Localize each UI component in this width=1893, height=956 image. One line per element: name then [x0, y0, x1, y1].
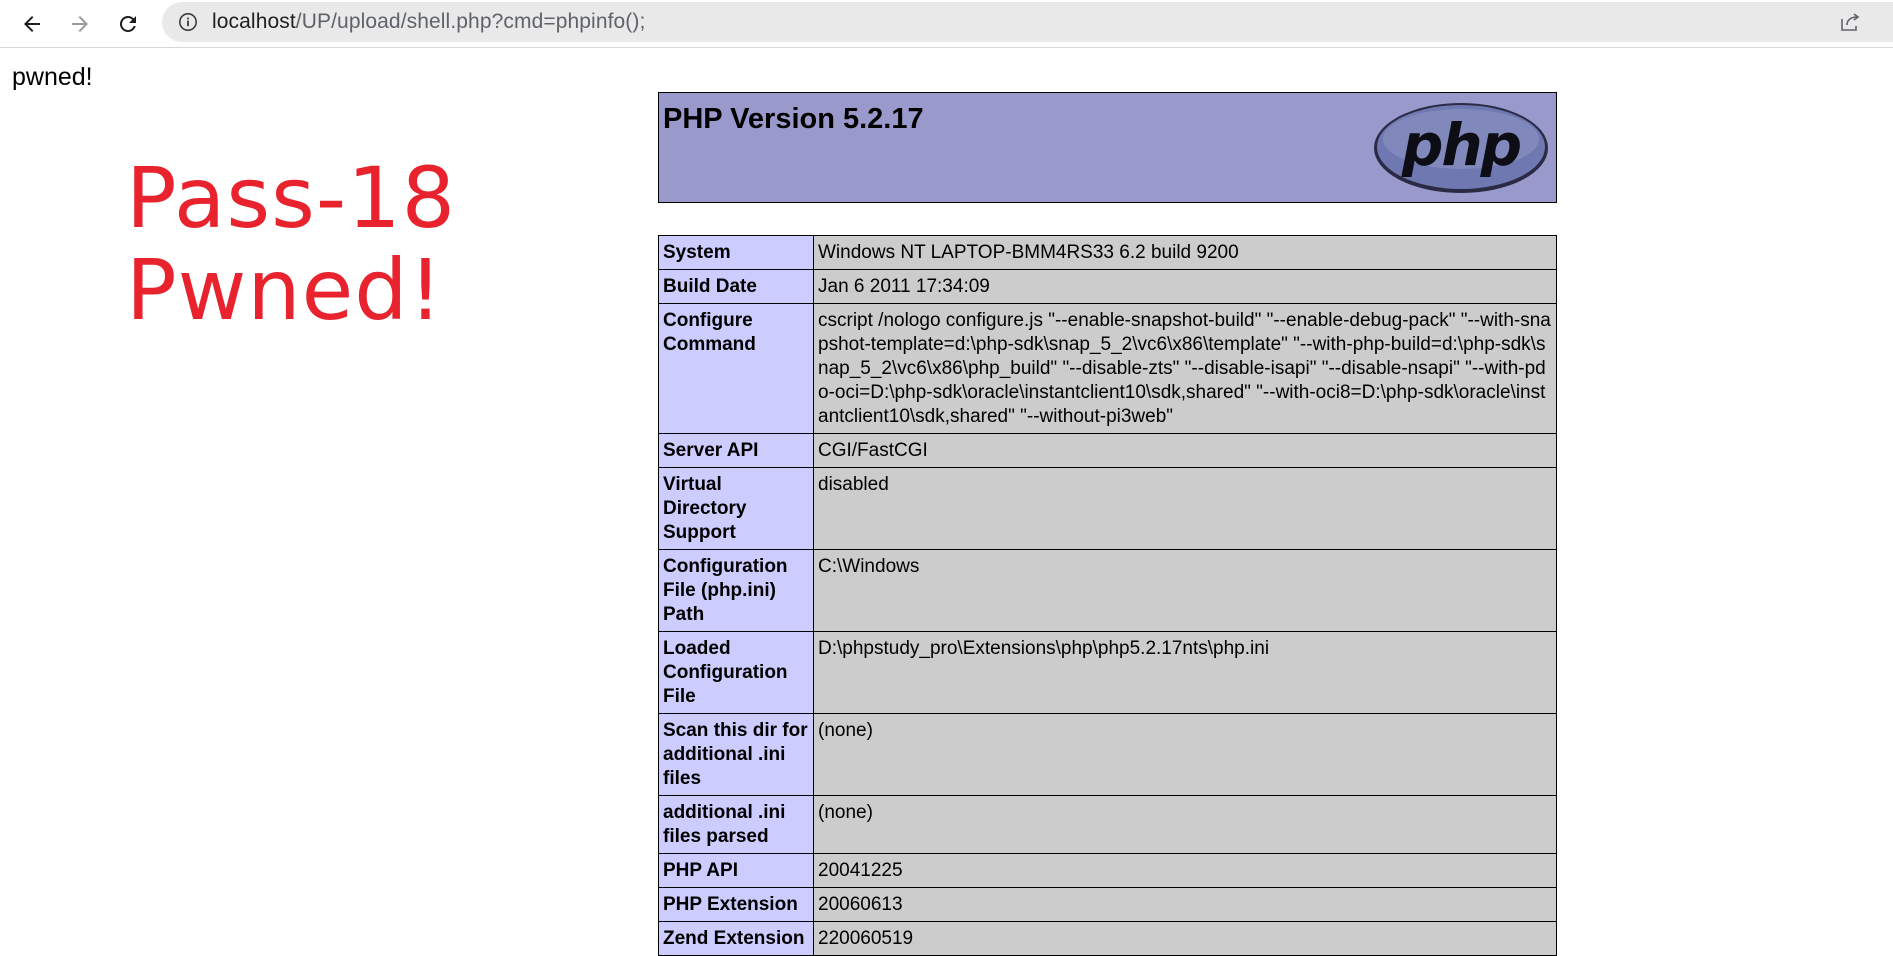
php-version-title: PHP Version 5.2.17 — [663, 103, 924, 135]
arrow-right-icon — [72, 16, 88, 32]
row-value: (none) — [813, 795, 1557, 854]
url-text[interactable]: localhost/UP/upload/shell.php?cmd=phpinf… — [212, 11, 645, 33]
table-row: Build Date Jan 6 2011 17:34:09 — [658, 269, 1557, 304]
row-value: 20041225 — [813, 853, 1557, 888]
row-value: Windows NT LAPTOP-BMM4RS33 6.2 build 920… — [813, 235, 1557, 270]
row-label: Configure Command — [658, 303, 814, 434]
row-value: 20060613 — [813, 887, 1557, 922]
pwned-output-text: pwned! — [12, 63, 93, 91]
row-value: disabled — [813, 467, 1557, 550]
php-logo[interactable]: php — [1372, 101, 1550, 195]
row-label: Virtual Directory Support — [658, 467, 814, 550]
phpinfo-table-body: System Windows NT LAPTOP-BMM4RS33 6.2 bui… — [658, 235, 1557, 956]
table-row: Server API CGI/FastCGI — [658, 433, 1557, 468]
table-row: additional .ini files parsed (none) — [658, 795, 1557, 854]
table-row: PHP Extension 20060613 — [658, 887, 1557, 922]
phpinfo-header: PHP Version 5.2.17 php — [658, 92, 1557, 203]
url-path: /UP/upload/shell.php?cmd=phpinfo(); — [295, 10, 646, 33]
row-label: Server API — [658, 433, 814, 468]
row-value: D:\phpstudy_pro\Extensions\php\php5.2.17… — [813, 631, 1557, 714]
table-row: Scan this dir for additional .ini files(… — [658, 713, 1557, 796]
row-label: Scan this dir for additional .ini files — [658, 713, 814, 796]
row-value: CGI/FastCGI — [813, 433, 1557, 468]
table-row: PHP API 20041225 — [658, 853, 1557, 888]
table-row: System Windows NT LAPTOP-BMM4RS33 6.2 bui… — [658, 235, 1557, 270]
table-row: Loaded Configuration File D:\phpstudy_pro… — [658, 631, 1557, 714]
info-icon[interactable] — [178, 12, 198, 32]
forward-button[interactable] — [62, 6, 98, 42]
reload-button[interactable] — [110, 6, 146, 42]
row-value: Jan 6 2011 17:34:09 — [813, 269, 1557, 304]
url-host: localhost — [212, 10, 296, 33]
row-label: Zend Extension — [658, 921, 814, 956]
row-value: cscript /nologo configure.js "--enable-s… — [813, 303, 1557, 434]
row-value: 220060519 — [813, 921, 1557, 956]
php-logo-text: php — [1401, 111, 1521, 179]
table-row: Virtual Directory Support disabled — [658, 467, 1557, 550]
row-value: C:\Windows — [813, 549, 1557, 632]
row-label: PHP Extension — [658, 887, 814, 922]
row-value: (none) — [813, 713, 1557, 796]
table-row: Zend Extension 220060519 — [658, 921, 1557, 956]
row-label: Configuration File (php.ini) Path — [658, 549, 814, 632]
table-row: Configure Command cscript /nologo configu… — [658, 303, 1557, 434]
phpinfo-table: System Windows NT LAPTOP-BMM4RS33 6.2 bui… — [658, 235, 1557, 956]
arrow-left-icon — [24, 16, 40, 32]
share-icon[interactable] — [1839, 11, 1861, 33]
table-row: Configuration File (php.ini) Path C:\Wind… — [658, 549, 1557, 632]
row-label: PHP API — [658, 853, 814, 888]
overlay-line-pass: Pass-18 — [126, 149, 457, 247]
pass-pwned-overlay: Pass-18 Pwned! — [126, 152, 456, 336]
address-bar[interactable]: localhost/UP/upload/shell.php?cmd=phpinf… — [162, 2, 1893, 42]
back-button[interactable] — [14, 6, 50, 42]
reload-icon — [119, 15, 136, 32]
row-label: System — [658, 235, 814, 270]
row-label: additional .ini files parsed — [658, 795, 814, 854]
overlay-line-pwned: Pwned! — [126, 241, 444, 339]
browser-toolbar: localhost/UP/upload/shell.php?cmd=phpinf… — [0, 0, 1893, 48]
row-label: Loaded Configuration File — [658, 631, 814, 714]
row-label: Build Date — [658, 269, 814, 304]
